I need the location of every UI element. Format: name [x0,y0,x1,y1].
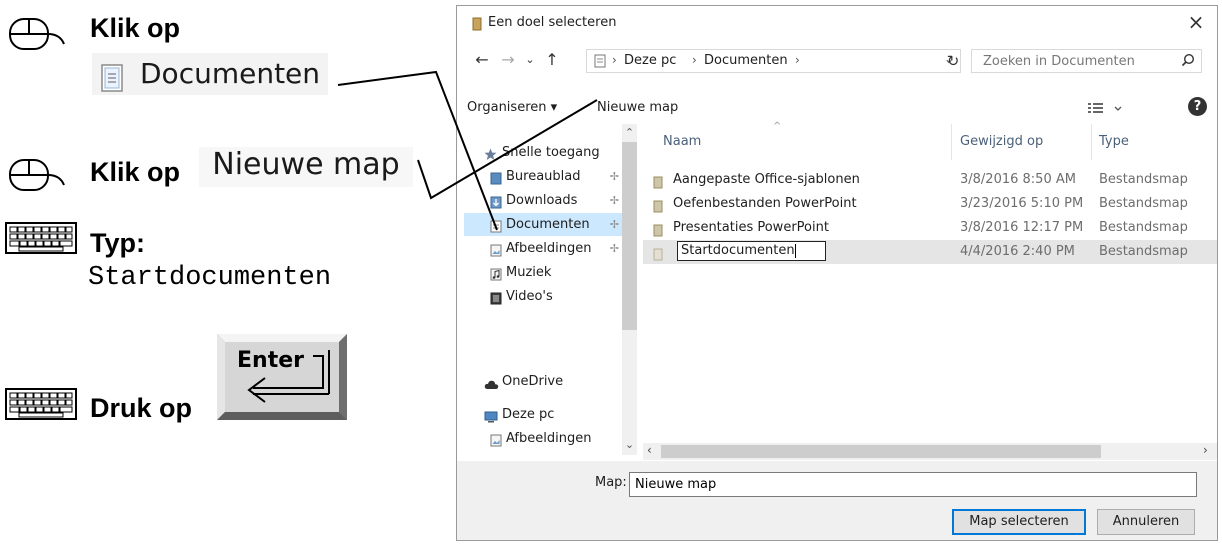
up-arrow-icon[interactable]: ↑ [541,47,563,73]
sort-up-icon: ^ [773,121,782,132]
breadcrumb-separator-icon: › [795,53,800,67]
cancel-button[interactable]: Annuleren [1097,509,1195,535]
breadcrumb-separator-icon: › [612,53,617,67]
dialog-title: Een doel selecteren [488,15,617,30]
folder-name-label: Map: [595,475,627,490]
help-icon[interactable]: ? [1188,97,1207,116]
pictures-folder-icon [490,432,502,455]
search-box[interactable] [971,49,1202,73]
nav-item-onedrive[interactable]: OneDrive [464,370,624,393]
nieuwe-map-button-image: Nieuwe map [199,147,413,187]
scroll-left-icon[interactable]: ‹ [647,443,652,457]
step2-label: Klik op [90,157,181,187]
recent-locations-chevron-icon[interactable]: ⌄ [519,47,541,73]
video-folder-icon [490,290,502,313]
nav-item-bureaublad[interactable]: Bureaublad ✢ [464,165,624,188]
close-icon[interactable]: × [1183,11,1209,35]
pin-icon[interactable]: ✢ [610,213,619,236]
mouse-icon [8,16,72,52]
new-folder-button[interactable]: Nieuwe map [597,100,678,115]
nav-item-afbeeldingen[interactable]: Afbeeldingen ✢ [464,237,624,260]
nav-item-afbeeldingen-pc[interactable]: Afbeeldingen [464,427,624,450]
nav-item-videos[interactable]: Video's [464,285,624,308]
folder-icon [653,246,663,270]
nav-item-documenten[interactable]: Documenten ✢ [464,213,624,236]
nav-item-snelle-toegang[interactable]: Snelle toegang [464,141,624,164]
back-arrow-icon[interactable]: ← [471,47,493,73]
column-divider[interactable] [951,124,952,160]
scroll-right-icon[interactable]: › [1203,443,1208,457]
organize-menu[interactable]: Organiseren ▾ [467,100,557,115]
select-folder-button[interactable]: Map selecteren [952,509,1086,535]
document-icon [99,62,125,104]
breadcrumb-separator-icon: › [692,53,697,67]
typed-text: Startdocumenten [88,263,332,293]
pin-icon[interactable]: ✢ [610,165,619,188]
column-header-modified[interactable]: Gewijzigd op [960,134,1043,149]
table-row-editing[interactable]: Startdocumenten 4/4/2016 2:40 PM Bestand… [643,240,1217,264]
title-bar: Een doel selecteren × [457,6,1217,40]
nav-item-downloads[interactable]: Downloads ✢ [464,189,624,212]
rename-input[interactable]: Startdocumenten [677,241,826,261]
scrollbar-thumb[interactable] [661,445,1101,458]
column-header-name[interactable]: Naam [663,134,701,149]
keyboard-icon [5,222,77,254]
cloud-icon [484,375,499,398]
folder-name-input[interactable] [629,472,1197,497]
keyboard-icon [5,388,77,420]
column-divider[interactable] [1091,124,1092,160]
table-row[interactable]: Oefenbestanden PowerPoint 3/23/2016 5:10… [643,192,1217,216]
mouse-icon [8,157,72,193]
forward-arrow-icon[interactable]: → [497,47,519,73]
documenten-button-image: Documenten [92,53,328,95]
scroll-down-icon[interactable]: ⌄ [622,438,637,451]
table-row[interactable]: Aangepaste Office-sjablonen 3/8/2016 8:5… [643,168,1217,192]
view-options-icon[interactable] [1088,98,1128,118]
breadcrumb-deze-pc[interactable]: Deze pc [624,53,676,68]
command-bar: Organiseren ▾ Nieuwe map ? [457,94,1217,124]
text-caret [794,243,796,258]
enter-key-icon: Enter [217,334,347,420]
documenten-button-text: Documenten [140,57,321,90]
file-list-horizontal-scrollbar[interactable]: ‹ › [643,443,1217,460]
search-input[interactable] [981,53,1165,70]
file-list: Naam ^ Gewijzigd op Type Aangepaste Offi… [643,121,1217,455]
nav-item-muziek[interactable]: Muziek [464,261,624,284]
instruction-panel: Klik op Documenten Klik op Nieuwe map Ty… [0,0,455,544]
pin-icon[interactable]: ✢ [610,189,619,212]
folder-icon [472,17,482,35]
table-row[interactable]: Presentaties PowerPoint 3/8/2016 12:17 P… [643,216,1217,240]
breadcrumb-documenten[interactable]: Documenten [704,53,788,68]
navigation-pane: Snelle toegang Bureaublad ✢ Downloads ✢ … [464,124,639,455]
enter-key-label: Enter [237,348,304,373]
navigation-bar: ← → ⌄ ↑ › Deze pc › Documenten › ⌄ ↻ [457,44,1217,78]
scrollbar-thumb[interactable] [622,142,637,330]
documents-folder-icon [594,54,606,72]
refresh-icon[interactable]: ↻ [943,52,963,70]
scroll-up-icon[interactable]: ⌃ [622,126,637,139]
nav-item-deze-pc[interactable]: Deze pc [464,403,624,426]
step3-label: Typ: [90,228,145,258]
address-bar[interactable]: › Deze pc › Documenten › ⌄ [586,49,961,73]
column-header-type[interactable]: Type [1099,134,1129,149]
step1-label: Klik op [90,13,181,43]
step4-label: Druk op [90,393,193,423]
navigation-scrollbar[interactable]: ⌃ ⌄ [622,124,637,455]
dialog-footer: Map: Map selecteren Annuleren [457,461,1217,540]
pin-icon[interactable]: ✢ [610,237,619,260]
select-folder-dialog: Een doel selecteren × ← → ⌄ ↑ › Deze pc … [456,5,1218,541]
search-icon[interactable] [1181,53,1195,71]
